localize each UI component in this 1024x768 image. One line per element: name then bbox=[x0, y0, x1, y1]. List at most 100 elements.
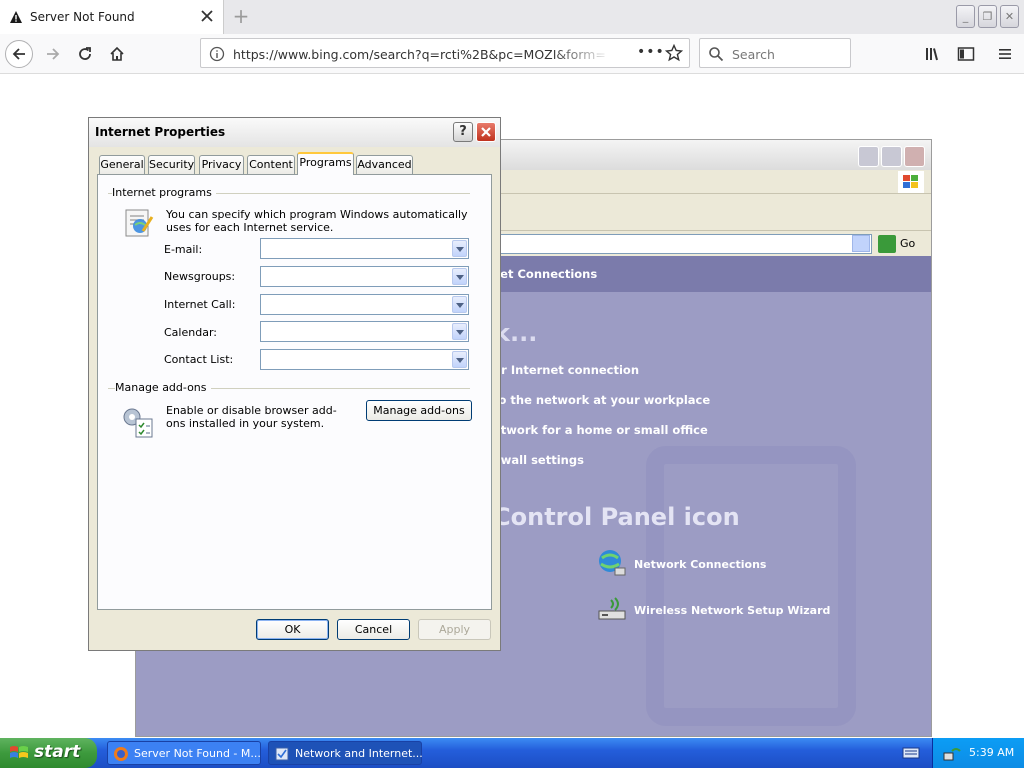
back-button[interactable] bbox=[5, 40, 33, 68]
go-arrow-icon[interactable] bbox=[878, 235, 896, 253]
window-maximize-button[interactable] bbox=[881, 146, 902, 167]
internet-programs-description: You can specify which program Windows au… bbox=[166, 208, 468, 234]
page-actions-button[interactable]: ••• bbox=[637, 44, 665, 60]
manage-addons-heading: Manage add-ons bbox=[115, 381, 211, 394]
forward-button[interactable] bbox=[39, 40, 67, 68]
library-icon bbox=[926, 48, 938, 61]
email-label: E-mail: bbox=[164, 243, 203, 256]
home-button[interactable] bbox=[103, 40, 131, 68]
cancel-button[interactable]: Cancel bbox=[337, 619, 410, 640]
windows-logo-icon bbox=[898, 171, 924, 193]
calendar-label: Calendar: bbox=[164, 326, 217, 339]
browser-tab[interactable]: Server Not Found bbox=[0, 0, 224, 34]
network-connections-link[interactable]: Network Connections bbox=[634, 558, 766, 571]
windows-flag-icon bbox=[10, 746, 28, 758]
ok-button[interactable]: OK bbox=[256, 619, 329, 640]
wireless-network-icon[interactable] bbox=[597, 596, 629, 624]
bookmark-star-icon[interactable] bbox=[665, 44, 683, 62]
firefox-icon bbox=[114, 747, 128, 761]
help-button[interactable]: ? bbox=[453, 122, 473, 142]
task-link[interactable]: ur Internet connection bbox=[493, 363, 639, 377]
close-icon: ✕ bbox=[1004, 10, 1015, 23]
tab-programs[interactable]: Programs bbox=[297, 152, 354, 175]
search-bar[interactable]: Search bbox=[699, 38, 851, 68]
taskbar: start Server Not Found - M... Network an… bbox=[0, 738, 1024, 768]
chevron-down-icon[interactable] bbox=[452, 268, 467, 285]
url-text[interactable]: https://www.bing.com/search?q=rcti%2B&pc… bbox=[233, 47, 605, 62]
apply-button[interactable]: Apply bbox=[418, 619, 491, 640]
chevron-down-icon[interactable] bbox=[452, 240, 467, 257]
close-window-button[interactable]: ✕ bbox=[1000, 5, 1019, 28]
chevron-down-icon[interactable] bbox=[452, 351, 467, 368]
network-connections-icon[interactable] bbox=[597, 548, 627, 578]
reload-button[interactable] bbox=[71, 40, 99, 68]
address-dropdown-button[interactable] bbox=[852, 235, 870, 252]
keyboard-icon[interactable] bbox=[902, 746, 920, 760]
chevron-down-icon[interactable] bbox=[452, 296, 467, 313]
minimize-icon: _ bbox=[962, 10, 969, 23]
tab-advanced[interactable]: Advanced bbox=[356, 155, 413, 174]
search-placeholder: Search bbox=[732, 47, 775, 62]
warning-icon bbox=[10, 11, 22, 23]
network-status-icon[interactable] bbox=[943, 745, 961, 761]
hamburger-menu-icon bbox=[999, 49, 1011, 59]
category-watermark bbox=[646, 446, 856, 726]
clock[interactable]: 5:39 AM bbox=[969, 746, 1014, 759]
manage-addons-icon bbox=[123, 408, 153, 438]
sidebar-button[interactable] bbox=[952, 40, 980, 68]
menu-button[interactable] bbox=[991, 40, 1019, 68]
internet-properties-dialog: Internet Properties ? General Security P… bbox=[88, 117, 501, 651]
contact-list-program-select[interactable] bbox=[260, 349, 469, 370]
dialog-close-button[interactable] bbox=[476, 122, 496, 142]
library-button[interactable] bbox=[920, 40, 948, 68]
contact-list-label: Contact List: bbox=[164, 353, 234, 366]
url-bar[interactable]: https://www.bing.com/search?q=rcti%2B&pc… bbox=[200, 38, 690, 68]
browser-tab-bar: Server Not Found + _ ❐ ✕ bbox=[0, 0, 1024, 34]
dialog-title: Internet Properties bbox=[95, 125, 226, 139]
programs-tab-panel: Internet programs You can specify which … bbox=[97, 174, 492, 610]
window-minimize-button[interactable] bbox=[858, 146, 879, 167]
task-link[interactable]: etwork for a home or small office bbox=[493, 423, 708, 437]
tab-general[interactable]: General bbox=[99, 155, 145, 174]
close-tab-icon[interactable] bbox=[200, 9, 214, 23]
start-label: start bbox=[34, 742, 81, 762]
window-close-button[interactable] bbox=[904, 146, 925, 167]
restore-window-button[interactable]: ❐ bbox=[978, 5, 997, 28]
tab-content[interactable]: Content bbox=[247, 155, 295, 174]
internet-programs-heading: Internet programs bbox=[112, 186, 216, 199]
task-link[interactable]: to the network at your workplace bbox=[493, 393, 710, 407]
manage-addons-description: Enable or disable browser add-ons instal… bbox=[166, 404, 337, 430]
tab-privacy[interactable]: Privacy bbox=[199, 155, 244, 174]
calendar-program-select[interactable] bbox=[260, 321, 469, 342]
browser-navigation-bar: https://www.bing.com/search?q=rcti%2B&pc… bbox=[0, 34, 1024, 74]
new-tab-button[interactable]: + bbox=[230, 6, 252, 28]
system-tray: 5:39 AM bbox=[932, 738, 1024, 768]
address-field[interactable] bbox=[496, 234, 872, 254]
wireless-setup-link[interactable]: Wireless Network Setup Wizard bbox=[634, 604, 830, 617]
home-icon bbox=[110, 46, 124, 61]
taskbar-item-firefox[interactable]: Server Not Found - M... bbox=[107, 741, 261, 765]
task-link[interactable]: ewall settings bbox=[493, 453, 584, 467]
internet-call-label: Internet Call: bbox=[164, 298, 236, 311]
start-button[interactable]: start bbox=[0, 738, 97, 768]
newsgroups-program-select[interactable] bbox=[260, 266, 469, 287]
arrow-right-icon bbox=[47, 48, 60, 60]
info-icon[interactable] bbox=[209, 46, 225, 62]
close-icon bbox=[481, 127, 491, 137]
search-icon bbox=[709, 47, 724, 62]
category-title: net Connections bbox=[492, 267, 598, 281]
email-program-select[interactable] bbox=[260, 238, 469, 259]
newsgroups-label: Newsgroups: bbox=[164, 270, 236, 283]
internet-programs-icon bbox=[125, 209, 154, 237]
taskbar-item-label: Server Not Found - M... bbox=[134, 747, 261, 760]
chevron-down-icon[interactable] bbox=[452, 323, 467, 340]
reload-icon bbox=[79, 47, 91, 60]
manage-addons-button[interactable]: Manage add-ons bbox=[366, 400, 472, 421]
tab-security[interactable]: Security bbox=[148, 155, 195, 174]
internet-call-program-select[interactable] bbox=[260, 294, 469, 315]
tab-title: Server Not Found bbox=[30, 10, 135, 24]
url-fade bbox=[551, 41, 611, 65]
minimize-window-button[interactable]: _ bbox=[956, 5, 975, 28]
go-button[interactable]: Go bbox=[900, 237, 915, 250]
taskbar-item-network[interactable]: Network and Internet... bbox=[268, 741, 423, 765]
